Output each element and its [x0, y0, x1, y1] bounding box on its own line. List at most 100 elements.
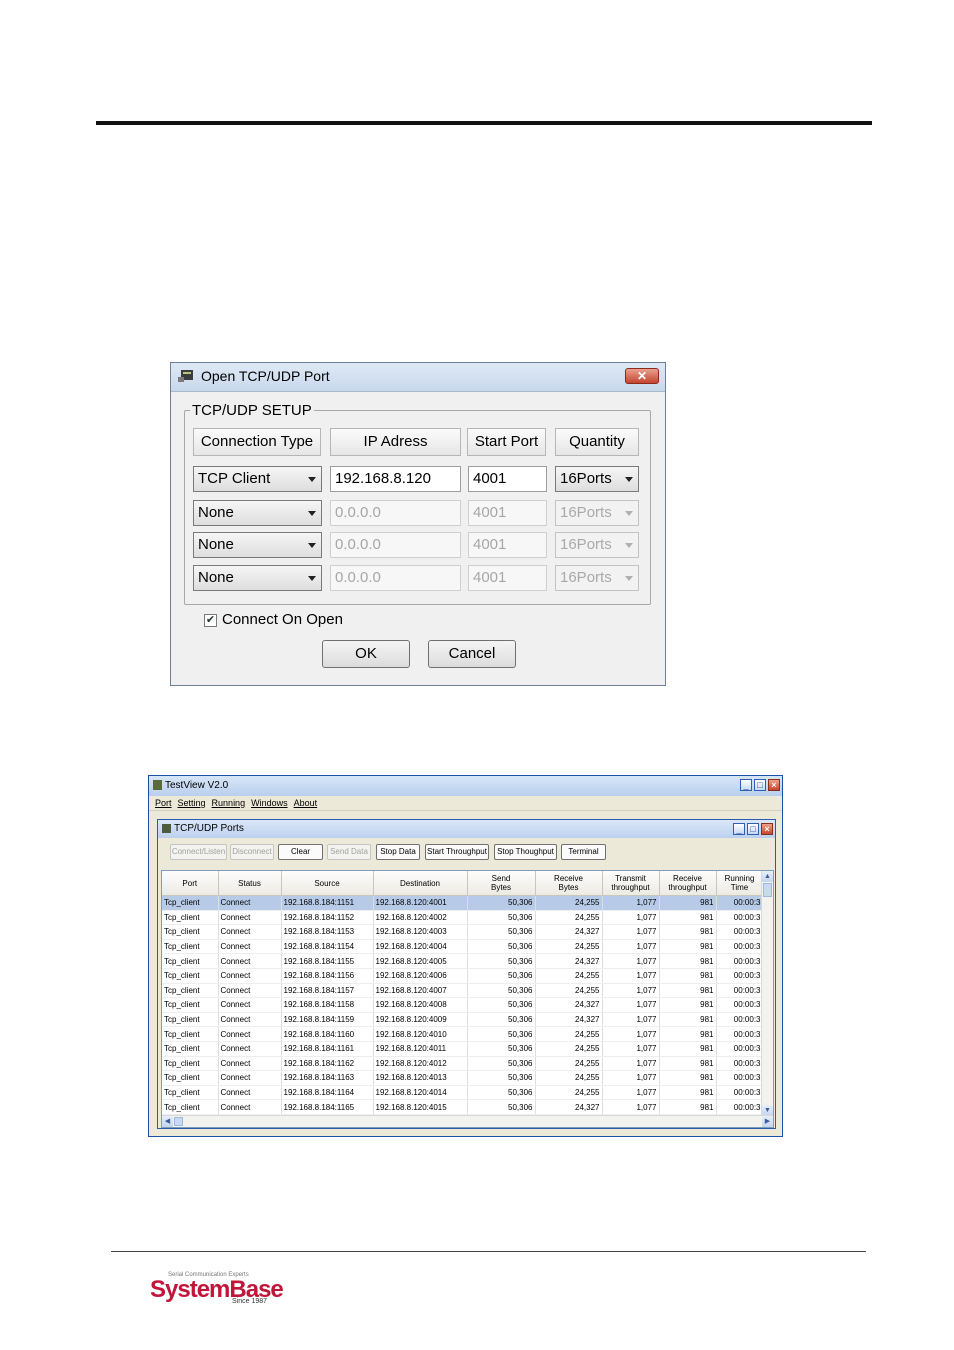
- menu-setting[interactable]: Setting: [178, 798, 206, 808]
- vertical-scrollbar[interactable]: ▲ ▼: [761, 871, 773, 1116]
- terminal-button[interactable]: Terminal: [561, 844, 606, 860]
- table-cell: 24,255: [535, 939, 603, 955]
- connect-listen-button[interactable]: Connect/Listen: [170, 844, 227, 860]
- table-row[interactable]: Tcp_client Connect 192.168.8.184:1152 192.1…: [162, 910, 764, 926]
- table-cell: 981: [659, 1085, 717, 1101]
- clear-button[interactable]: Clear: [278, 844, 323, 860]
- table-cell: 24,327: [535, 997, 603, 1013]
- menu-about[interactable]: About: [294, 798, 318, 808]
- table-row[interactable]: Tcp_client Connect 192.168.8.184:1155 192.1…: [162, 953, 764, 969]
- table-cell: 50,306: [467, 1085, 536, 1101]
- table-cell: Tcp_client: [162, 924, 219, 940]
- horizontal-scrollbar[interactable]: ◀ ▶: [162, 1115, 773, 1127]
- column-header[interactable]: Receive Bytes: [535, 871, 603, 896]
- quantity-select-1[interactable]: 16Ports: [555, 466, 639, 492]
- table-row[interactable]: Tcp_client Connect 192.168.8.184:1162 192.1…: [162, 1056, 764, 1072]
- menu-port[interactable]: Port: [155, 798, 172, 808]
- close-icon: ×: [764, 824, 770, 834]
- testview-title-bar[interactable]: TestView V2.0 _ □ ×: [149, 776, 782, 796]
- quantity-select-2[interactable]: 16Ports: [555, 500, 639, 526]
- start-port-input-4[interactable]: 4001: [468, 565, 547, 591]
- column-header[interactable]: Port: [162, 871, 219, 896]
- table-cell: Tcp_client: [162, 983, 219, 999]
- table-cell: Tcp_client: [162, 939, 219, 955]
- table-row[interactable]: Tcp_client Connect 192.168.8.184:1160 192.1…: [162, 1026, 764, 1042]
- table-cell: 50,306: [467, 968, 536, 984]
- maximize-button[interactable]: □: [754, 779, 766, 791]
- close-button[interactable]: ×: [768, 779, 780, 791]
- network-port-icon: [178, 370, 193, 382]
- table-cell: 192.168.8.120:4005: [373, 953, 468, 969]
- table-cell: 24,255: [535, 1026, 603, 1042]
- table-row[interactable]: Tcp_client Connect 192.168.8.184:1154 192.1…: [162, 939, 764, 955]
- table-cell: 192.168.8.184:1155: [281, 953, 374, 969]
- scroll-left-icon[interactable]: ◀: [162, 1116, 173, 1127]
- column-header[interactable]: Transmit throughput: [602, 871, 660, 896]
- send-data-button[interactable]: Send Data: [327, 844, 371, 860]
- scroll-thumb[interactable]: [174, 1117, 183, 1126]
- dialog-title-bar[interactable]: Open TCP/UDP Port ✕: [171, 363, 665, 392]
- table-row[interactable]: Tcp_client Connect 192.168.8.184:1156 192.1…: [162, 968, 764, 984]
- quantity-header: Quantity: [555, 428, 639, 456]
- close-button[interactable]: ✕: [625, 368, 659, 384]
- connection-type-select-2[interactable]: None: [193, 500, 322, 526]
- connection-type-select-4[interactable]: None: [193, 565, 322, 591]
- start-port-input-1[interactable]: 4001: [468, 466, 547, 492]
- quantity-select-4[interactable]: 16Ports: [555, 565, 639, 591]
- column-header[interactable]: Send Bytes: [467, 871, 536, 896]
- table-cell: Connect: [218, 1085, 282, 1101]
- scroll-thumb[interactable]: [763, 883, 772, 897]
- column-header[interactable]: Status: [218, 871, 282, 896]
- table-cell: 00:00:3: [716, 910, 764, 926]
- column-header[interactable]: Running Time: [716, 871, 764, 896]
- stop-throughput-button[interactable]: Stop Thoughput: [494, 844, 557, 860]
- table-row[interactable]: Tcp_client Connect 192.168.8.184:1163 192.1…: [162, 1070, 764, 1086]
- ok-button[interactable]: OK: [322, 640, 410, 668]
- column-header[interactable]: Receive throughput: [659, 871, 717, 896]
- quantity-select-3[interactable]: 16Ports: [555, 532, 639, 558]
- menu-running[interactable]: Running: [212, 798, 246, 808]
- open-tcp-udp-port-dialog: Open TCP/UDP Port ✕ TCP/UDP SETUP Connec…: [170, 362, 666, 686]
- ip-input-4[interactable]: 0.0.0.0: [330, 565, 461, 591]
- stop-data-button[interactable]: Stop Data: [376, 844, 420, 860]
- table-cell: Connect: [218, 1099, 282, 1115]
- connect-on-open-checkbox[interactable]: ✔: [204, 614, 217, 627]
- maximize-button[interactable]: □: [747, 823, 759, 835]
- ip-input-2[interactable]: 0.0.0.0: [330, 500, 461, 526]
- column-header[interactable]: Destination: [373, 871, 468, 896]
- table-row[interactable]: Tcp_client Connect 192.168.8.184:1164 192.1…: [162, 1085, 764, 1101]
- table-cell: Tcp_client: [162, 1085, 219, 1101]
- column-header[interactable]: Source: [281, 871, 374, 896]
- table-cell: 24,327: [535, 1012, 603, 1028]
- ip-input-3[interactable]: 0.0.0.0: [330, 532, 461, 558]
- table-cell: 24,255: [535, 983, 603, 999]
- scroll-up-icon[interactable]: ▲: [762, 871, 773, 882]
- ports-grid: Port Status Source Destination Send Bytes Rece…: [162, 871, 764, 1115]
- connection-type-select-1[interactable]: TCP Client: [193, 466, 322, 492]
- table-cell: 192.168.8.120:4009: [373, 1012, 468, 1028]
- table-cell: 00:00:3: [716, 939, 764, 955]
- close-button[interactable]: ×: [761, 823, 773, 835]
- table-row[interactable]: Tcp_client Connect 192.168.8.184:1165 192.1…: [162, 1099, 764, 1115]
- table-row[interactable]: Tcp_client Connect 192.168.8.184:1158 192.1…: [162, 997, 764, 1013]
- scroll-right-icon[interactable]: ▶: [762, 1116, 773, 1127]
- ip-input-1[interactable]: 192.168.8.120: [330, 466, 461, 492]
- disconnect-button[interactable]: Disconnect: [230, 844, 274, 860]
- table-row[interactable]: Tcp_client Connect 192.168.8.184:1153 192.1…: [162, 924, 764, 940]
- start-port-input-2[interactable]: 4001: [468, 500, 547, 526]
- minimize-button[interactable]: _: [733, 823, 745, 835]
- table-row[interactable]: Tcp_client Connect 192.168.8.184:1151 192.1…: [162, 895, 764, 911]
- minimize-button[interactable]: _: [740, 779, 752, 791]
- table-cell: 1,077: [602, 939, 660, 955]
- table-cell: 50,306: [467, 1099, 536, 1115]
- table-cell: Connect: [218, 1026, 282, 1042]
- child-title-bar[interactable]: TCP/UDP Ports _ □ ×: [158, 820, 775, 838]
- table-row[interactable]: Tcp_client Connect 192.168.8.184:1159 192.1…: [162, 1012, 764, 1028]
- table-row[interactable]: Tcp_client Connect 192.168.8.184:1157 192.1…: [162, 983, 764, 999]
- start-port-input-3[interactable]: 4001: [468, 532, 547, 558]
- menu-windows[interactable]: Windows: [251, 798, 288, 808]
- table-row[interactable]: Tcp_client Connect 192.168.8.184:1161 192.1…: [162, 1041, 764, 1057]
- cancel-button[interactable]: Cancel: [428, 640, 516, 668]
- connection-type-select-3[interactable]: None: [193, 532, 322, 558]
- start-throughput-button[interactable]: Start Throughput: [425, 844, 489, 860]
